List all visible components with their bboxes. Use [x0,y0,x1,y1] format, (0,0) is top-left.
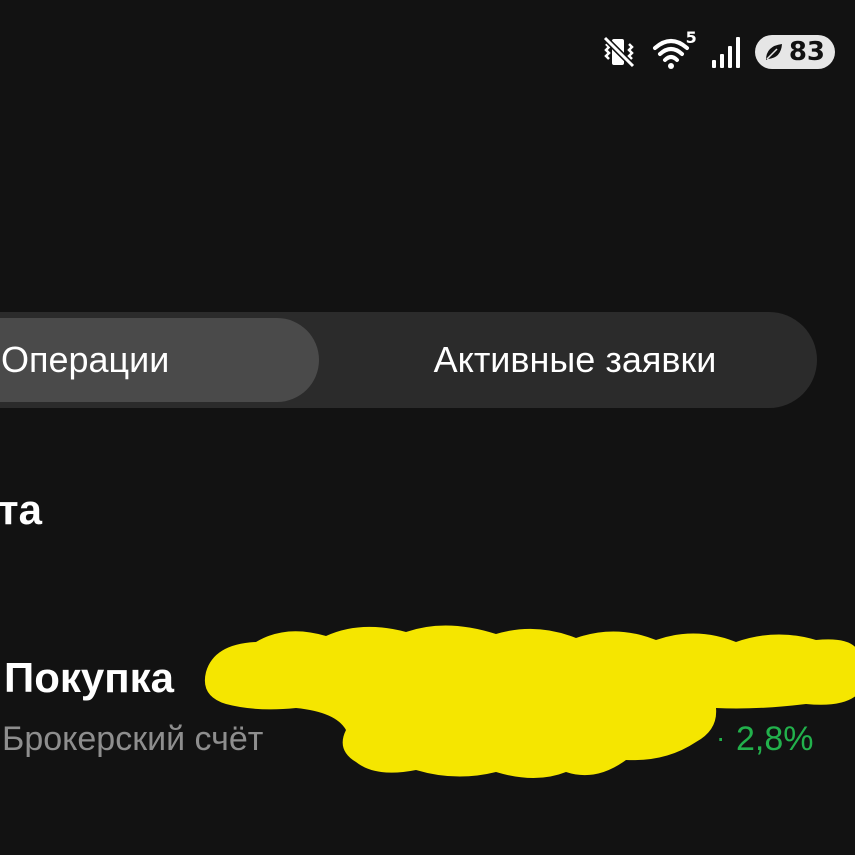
leaf-icon [765,44,782,60]
redaction-overlay [205,625,855,778]
signal-icon [711,37,740,68]
tab-active-orders-label: Активные заявки [433,339,717,380]
app-screen: 5 83 Операции Активные заявки та Покупка [0,0,855,855]
battery-level: 83 [788,37,825,67]
tab-active-orders[interactable]: Активные заявки [380,312,770,408]
tab-operations[interactable]: Операции [0,318,319,402]
section-heading: та [0,486,42,533]
operations-tabs: Операции Активные заявки [0,312,817,408]
battery-indicator: 83 [754,35,835,69]
vibrate-mute-icon [602,35,635,69]
tab-operations-label: Операции [1,339,170,380]
wifi-indicator: 5 [651,28,697,72]
operation-title: Покупка [4,654,174,701]
status-bar: 5 83 [601,28,835,76]
wifi-badge: 5 [685,28,697,47]
